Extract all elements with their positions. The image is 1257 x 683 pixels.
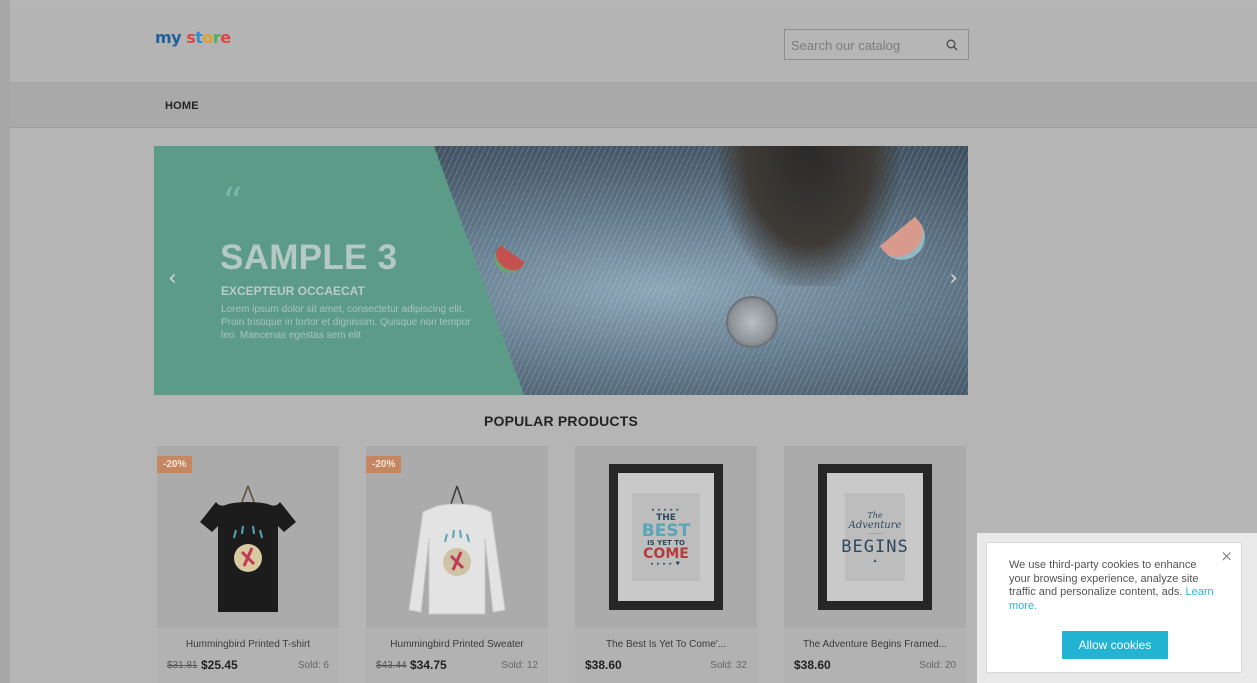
logo-my: my — [155, 28, 182, 47]
poster-art: The Adventure ·········· BEGINS ▴ — [841, 493, 908, 581]
old-price: $31.81 — [167, 660, 198, 671]
cookie-dialog: × We use third-party cookies to enhance … — [986, 542, 1242, 673]
logo-letter: e — [220, 28, 231, 47]
slide-subtitle: EXCEPTEUR OCCAECAT — [221, 284, 365, 298]
discount-badge: -20% — [157, 456, 193, 473]
black-tshirt-image — [200, 485, 296, 612]
sold-count: Sold: 20 — [919, 660, 956, 671]
slider-next-icon[interactable]: › — [949, 266, 958, 291]
product-thumbnail[interactable]: The Adventure ·········· BEGINS ▴ — [784, 446, 966, 628]
product-info: The Adventure Begins Framed... $38.60 So… — [784, 628, 966, 683]
poster-line: BEST — [641, 521, 691, 541]
product-name[interactable]: Hummingbird Printed T-shirt — [157, 639, 339, 650]
logo-letter: o — [202, 28, 213, 47]
quote-icon: “ — [222, 180, 243, 226]
search-input[interactable] — [791, 36, 941, 54]
page-left-edge — [0, 0, 10, 683]
product-thumbnail[interactable]: -20% — [157, 446, 339, 628]
framed-poster-image: ▸ ▸ ▸ ▸ ▸ THE BEST IS YET TO COME ▸ ▸ ▸ … — [609, 464, 723, 610]
poster-line: BEGINS — [841, 536, 909, 557]
product-info: Hummingbird Printed Sweater $43.44 $34.7… — [366, 628, 548, 683]
product-card[interactable]: -20% Hummingbird Printed Sweater $43.44 … — [366, 446, 548, 683]
product-name[interactable]: The Adventure Begins Framed... — [784, 639, 966, 650]
poster-mat: ▸ ▸ ▸ ▸ ▸ THE BEST IS YET TO COME ▸ ▸ ▸ … — [618, 473, 714, 601]
product-price: $38.60 — [585, 658, 622, 672]
poster-art: ▸ ▸ ▸ ▸ ▸ THE BEST IS YET TO COME ▸ ▸ ▸ … — [632, 493, 700, 581]
product-card[interactable]: ▸ ▸ ▸ ▸ ▸ THE BEST IS YET TO COME ▸ ▸ ▸ … — [575, 446, 757, 683]
store-logo[interactable]: my store — [155, 28, 231, 47]
collar-shadow — [719, 146, 899, 286]
main-nav: HOME — [10, 82, 1257, 128]
nav-item-home[interactable]: HOME — [165, 100, 199, 112]
logo-store: store — [186, 28, 231, 47]
poster-line: COME — [643, 546, 689, 562]
product-card[interactable]: -20% Hummingbird Printed T-shirt $31.81 … — [157, 446, 339, 683]
product-price: $34.75 — [410, 658, 447, 672]
slider-prev-icon[interactable]: ‹ — [168, 266, 177, 291]
cookie-banner: × We use third-party cookies to enhance … — [977, 533, 1257, 683]
product-thumbnail[interactable]: ▸ ▸ ▸ ▸ ▸ THE BEST IS YET TO COME ▸ ▸ ▸ … — [575, 446, 757, 628]
sold-count: Sold: 32 — [710, 660, 747, 671]
poster-line: Adventure — [848, 519, 902, 531]
allow-cookies-button[interactable]: Allow cookies — [1062, 631, 1168, 659]
slide-description: Lorem ipsum dolor sit amet, consectetur … — [221, 304, 471, 341]
white-sweater-image — [408, 485, 506, 615]
cookie-text: We use third-party cookies to enhance yo… — [1009, 559, 1199, 598]
product-info: The Best Is Yet To Come'... $38.60 Sold:… — [575, 628, 757, 683]
close-icon[interactable]: × — [1220, 547, 1233, 565]
poster-ornament: ▸ ▸ ▸ ▸ ♥ — [651, 561, 681, 567]
search-box — [784, 29, 969, 60]
poster-line: The — [867, 510, 883, 520]
popular-products-title: POPULAR PRODUCTS — [483, 413, 639, 429]
logo-letter: s — [186, 28, 196, 47]
product-price: $38.60 — [794, 658, 831, 672]
product-card[interactable]: The Adventure ·········· BEGINS ▴ The Ad… — [784, 446, 966, 683]
poster-ornament: ▴ — [873, 556, 877, 564]
poster-mat: The Adventure ·········· BEGINS ▴ — [827, 473, 923, 601]
product-name[interactable]: Hummingbird Printed Sweater — [366, 639, 548, 650]
product-price: $25.45 — [201, 658, 238, 672]
search-icon[interactable] — [946, 39, 958, 51]
cookie-message: We use third-party cookies to enhance yo… — [1009, 559, 1219, 613]
framed-poster-image: The Adventure ·········· BEGINS ▴ — [818, 464, 932, 610]
denim-button — [726, 296, 778, 348]
sold-count: Sold: 6 — [297, 660, 329, 671]
discount-badge: -20% — [366, 456, 402, 473]
product-name[interactable]: The Best Is Yet To Come'... — [575, 639, 757, 650]
product-thumbnail[interactable]: -20% — [366, 446, 548, 628]
sold-count: Sold: 12 — [501, 660, 538, 671]
product-info: Hummingbird Printed T-shirt $31.81 $25.4… — [157, 628, 339, 683]
slide-title: SAMPLE 3 — [220, 238, 398, 277]
hero-slider: “ SAMPLE 3 EXCEPTEUR OCCAECAT Lorem ipsu… — [154, 146, 968, 395]
old-price: $43.44 — [376, 660, 407, 671]
